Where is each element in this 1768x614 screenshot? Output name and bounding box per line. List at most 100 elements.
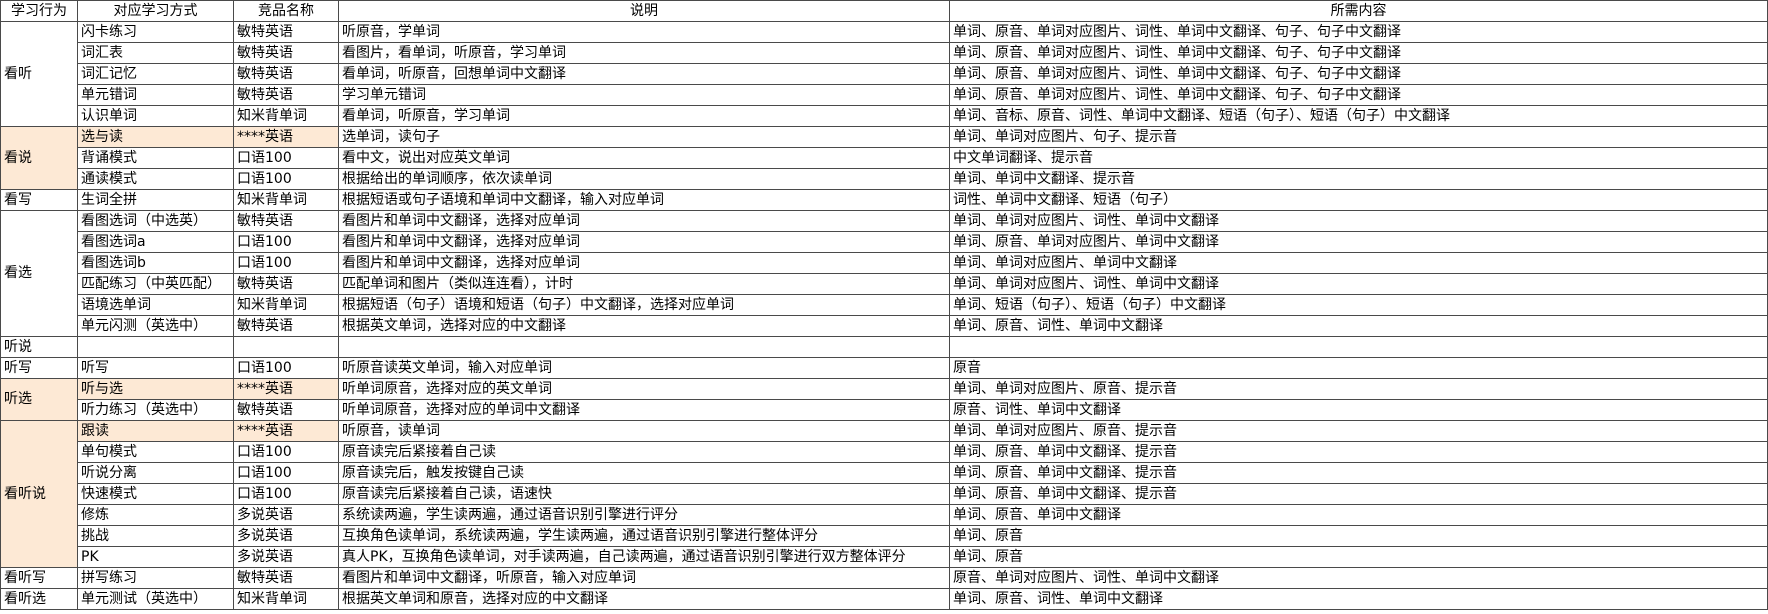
cell-method[interactable]: 跟读 xyxy=(77,420,234,442)
cell-content[interactable]: 原音 xyxy=(949,357,1768,379)
cell-method[interactable]: 听力练习（英选中） xyxy=(77,399,234,421)
cell-method[interactable]: 听说分离 xyxy=(77,462,234,484)
cell-content[interactable]: 单词、原音 xyxy=(949,546,1768,568)
cell-behavior[interactable]: 看听 xyxy=(0,21,78,127)
cell-description[interactable]: 匹配单词和图片（类似连连看），计时 xyxy=(338,273,950,295)
cell-method[interactable]: 闪卡练习 xyxy=(77,21,234,43)
cell-method[interactable]: 匹配练习（中英匹配） xyxy=(77,273,234,295)
cell-content[interactable] xyxy=(949,336,1768,358)
cell-product[interactable]: 敏特英语 xyxy=(233,210,339,232)
cell-content[interactable]: 单词、原音、单词对应图片、词性、单词中文翻译、句子、句子中文翻译 xyxy=(949,63,1768,85)
cell-description[interactable]: 看图片和单词中文翻译，选择对应单词 xyxy=(338,231,950,253)
cell-product[interactable]: ****英语 xyxy=(233,126,339,148)
cell-method[interactable]: 生词全拼 xyxy=(77,189,234,211)
cell-content[interactable]: 原音、词性、单词中文翻译 xyxy=(949,399,1768,421)
header-method[interactable]: 对应学习方式 xyxy=(77,0,234,22)
cell-method[interactable]: 看图选词a xyxy=(77,231,234,253)
cell-content[interactable]: 单词、原音、单词中文翻译、提示音 xyxy=(949,462,1768,484)
cell-product[interactable]: 口语100 xyxy=(233,147,339,169)
cell-content[interactable]: 单词、原音、单词对应图片、单词中文翻译 xyxy=(949,231,1768,253)
cell-content[interactable]: 单词、原音、词性、单词中文翻译 xyxy=(949,315,1768,337)
cell-product[interactable]: 多说英语 xyxy=(233,525,339,547)
cell-description[interactable]: 听单词原音，选择对应的单词中文翻译 xyxy=(338,399,950,421)
cell-content[interactable]: 词性、单词中文翻译、短语（句子） xyxy=(949,189,1768,211)
cell-content[interactable]: 单词、原音、单词中文翻译 xyxy=(949,504,1768,526)
cell-content[interactable]: 单词、原音、单词对应图片、词性、单词中文翻译、句子、句子中文翻译 xyxy=(949,84,1768,106)
cell-description[interactable]: 互换角色读单词，系统读两遍，学生读两遍，通过语音识别引擎进行整体评分 xyxy=(338,525,950,547)
cell-content[interactable]: 单词、原音、单词对应图片、词性、单词中文翻译、句子、句子中文翻译 xyxy=(949,42,1768,64)
cell-description[interactable]: 看单词，听原音，回想单词中文翻译 xyxy=(338,63,950,85)
cell-description[interactable]: 看图片和单词中文翻译，选择对应单词 xyxy=(338,210,950,232)
cell-behavior[interactable]: 看听选 xyxy=(0,588,78,610)
cell-description[interactable] xyxy=(338,336,950,358)
cell-description[interactable]: 原音读完后紧接着自己读，语速快 xyxy=(338,483,950,505)
cell-description[interactable]: 根据短语或句子语境和单词中文翻译，输入对应单词 xyxy=(338,189,950,211)
cell-method[interactable]: 单元测试（英选中） xyxy=(77,588,234,610)
cell-product[interactable]: 敏特英语 xyxy=(233,42,339,64)
cell-content[interactable]: 单词、单词对应图片、原音、提示音 xyxy=(949,420,1768,442)
cell-content[interactable]: 单词、单词对应图片、原音、提示音 xyxy=(949,378,1768,400)
cell-content[interactable]: 单词、音标、原音、词性、单词中文翻译、短语（句子）、短语（句子）中文翻译 xyxy=(949,105,1768,127)
cell-product[interactable]: 口语100 xyxy=(233,168,339,190)
cell-behavior[interactable]: 看说 xyxy=(0,126,78,190)
cell-description[interactable]: 原音读完后，触发按键自己读 xyxy=(338,462,950,484)
cell-content[interactable]: 中文单词翻译、提示音 xyxy=(949,147,1768,169)
cell-description[interactable]: 系统读两遍，学生读两遍，通过语音识别引擎进行评分 xyxy=(338,504,950,526)
cell-content[interactable]: 单词、单词中文翻译、提示音 xyxy=(949,168,1768,190)
cell-product[interactable]: 口语100 xyxy=(233,462,339,484)
cell-method[interactable]: 单句模式 xyxy=(77,441,234,463)
cell-product[interactable]: 敏特英语 xyxy=(233,399,339,421)
cell-product[interactable]: 口语100 xyxy=(233,231,339,253)
cell-method[interactable]: 拼写练习 xyxy=(77,567,234,589)
cell-description[interactable]: 原音读完后紧接着自己读 xyxy=(338,441,950,463)
header-product[interactable]: 竞品名称 xyxy=(233,0,339,22)
cell-description[interactable]: 听原音读英文单词，输入对应单词 xyxy=(338,357,950,379)
cell-product[interactable]: 口语100 xyxy=(233,252,339,274)
cell-content[interactable]: 单词、单词对应图片、词性、单词中文翻译 xyxy=(949,210,1768,232)
cell-product[interactable]: 知米背单词 xyxy=(233,294,339,316)
cell-behavior[interactable]: 看听写 xyxy=(0,567,78,589)
cell-description[interactable]: 听原音，读单词 xyxy=(338,420,950,442)
cell-content[interactable]: 单词、原音、单词对应图片、词性、单词中文翻译、句子、句子中文翻译 xyxy=(949,21,1768,43)
cell-description[interactable]: 根据英文单词，选择对应的中文翻译 xyxy=(338,315,950,337)
cell-behavior[interactable]: 听说 xyxy=(0,336,78,358)
cell-method[interactable]: 听与选 xyxy=(77,378,234,400)
cell-product[interactable]: 敏特英语 xyxy=(233,273,339,295)
cell-method[interactable] xyxy=(77,336,234,358)
cell-product[interactable]: 敏特英语 xyxy=(233,21,339,43)
cell-content[interactable]: 原音、单词对应图片、词性、单词中文翻译 xyxy=(949,567,1768,589)
cell-content[interactable]: 单词、原音、单词中文翻译、提示音 xyxy=(949,483,1768,505)
cell-product[interactable]: 敏特英语 xyxy=(233,63,339,85)
cell-product[interactable]: 敏特英语 xyxy=(233,84,339,106)
cell-description[interactable]: 看单词，听原音，学习单词 xyxy=(338,105,950,127)
cell-behavior[interactable]: 看选 xyxy=(0,210,78,337)
header-behavior[interactable]: 学习行为 xyxy=(0,0,78,22)
cell-content[interactable]: 单词、单词对应图片、句子、提示音 xyxy=(949,126,1768,148)
cell-product[interactable]: 多说英语 xyxy=(233,546,339,568)
cell-method[interactable]: 听写 xyxy=(77,357,234,379)
cell-product[interactable]: 多说英语 xyxy=(233,504,339,526)
cell-product[interactable]: 口语100 xyxy=(233,441,339,463)
cell-method[interactable]: PK xyxy=(77,546,234,568)
cell-method[interactable]: 选与读 xyxy=(77,126,234,148)
cell-description[interactable]: 看图片和单词中文翻译，听原音，输入对应单词 xyxy=(338,567,950,589)
cell-behavior[interactable]: 听选 xyxy=(0,378,78,421)
cell-content[interactable]: 单词、单词对应图片、词性、单词中文翻译 xyxy=(949,273,1768,295)
cell-product[interactable]: ****英语 xyxy=(233,420,339,442)
cell-method[interactable]: 认识单词 xyxy=(77,105,234,127)
cell-method[interactable]: 快速模式 xyxy=(77,483,234,505)
cell-method[interactable]: 背诵模式 xyxy=(77,147,234,169)
cell-description[interactable]: 听单词原音，选择对应的英文单词 xyxy=(338,378,950,400)
cell-product[interactable]: 知米背单词 xyxy=(233,189,339,211)
cell-method[interactable]: 语境选单词 xyxy=(77,294,234,316)
cell-description[interactable]: 听原音，学单词 xyxy=(338,21,950,43)
cell-description[interactable]: 看图片和单词中文翻译，选择对应单词 xyxy=(338,252,950,274)
cell-product[interactable]: 口语100 xyxy=(233,483,339,505)
cell-product[interactable]: 口语100 xyxy=(233,357,339,379)
cell-description[interactable]: 看图片，看单词，听原音，学习单词 xyxy=(338,42,950,64)
cell-method[interactable]: 词汇记忆 xyxy=(77,63,234,85)
cell-method[interactable]: 看图选词b xyxy=(77,252,234,274)
cell-content[interactable]: 单词、短语（句子）、短语（句子）中文翻译 xyxy=(949,294,1768,316)
cell-method[interactable]: 词汇表 xyxy=(77,42,234,64)
cell-method[interactable]: 单元闪测（英选中） xyxy=(77,315,234,337)
